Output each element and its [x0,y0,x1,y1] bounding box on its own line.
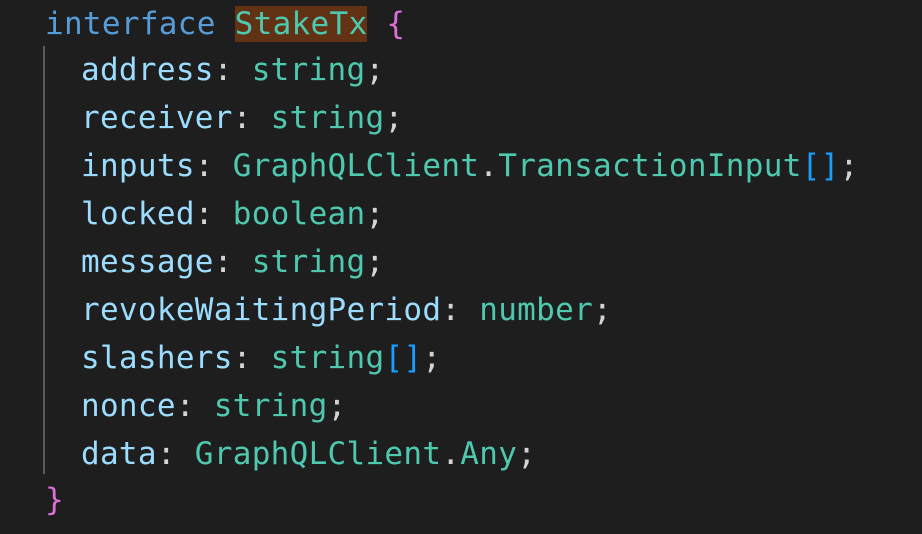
field-type: boolean [232,196,366,232]
code-line-field: address: string; [81,46,384,94]
field-name: data [81,436,157,472]
dot: . [479,148,499,184]
code-line-field: data: GraphQLClient.Any; [81,430,536,478]
semicolon: ; [422,340,442,376]
code-line-field: revokeWaitingPeriod: number; [81,286,612,334]
array-brackets: [] [384,340,423,376]
colon: : [175,388,195,424]
keyword-interface: interface [45,6,216,42]
colon: : [194,148,214,184]
code-line-field: locked: boolean; [81,190,384,238]
namespace-name: GraphQLClient [232,148,480,184]
open-brace: { [386,6,406,42]
field-type: Any [460,436,518,472]
indent-guide [43,46,45,474]
code-editor[interactable]: interface StakeTx { address: string; rec… [0,0,922,534]
colon: : [232,340,252,376]
field-type: string [270,100,385,136]
semicolon: ; [517,436,537,472]
interface-name: StakeTx [234,6,368,42]
field-name: locked [81,196,195,232]
field-name: revokeWaitingPeriod [81,292,442,328]
code-line-field: message: string; [81,238,384,286]
colon: : [441,292,461,328]
field-name: inputs [81,148,195,184]
field-type: TransactionInput [498,148,802,184]
code-line-field: nonce: string; [81,382,347,430]
field-name: address [81,52,214,88]
field-type: string [251,244,366,280]
field-type: number [479,292,594,328]
close-brace: } [45,482,64,518]
field-name: message [81,244,214,280]
array-brackets: [] [801,148,840,184]
field-name: nonce [81,388,176,424]
semicolon: ; [839,148,859,184]
colon: : [213,52,233,88]
colon: : [156,436,176,472]
code-line-field: receiver: string; [81,94,403,142]
code-line-field: slashers: string[]; [81,334,441,382]
dot: . [441,436,461,472]
colon: : [213,244,233,280]
semicolon: ; [365,196,385,232]
field-type: string [213,388,328,424]
field-type: string [270,340,385,376]
semicolon: ; [593,292,613,328]
colon: : [194,196,214,232]
code-line-close: } [45,476,64,524]
code-line-field: inputs: GraphQLClient.TransactionInput[]… [81,142,859,190]
semicolon: ; [327,388,347,424]
colon: : [232,100,252,136]
code-line-interface-declaration: interface StakeTx { [45,0,405,48]
semicolon: ; [365,52,385,88]
field-name: slashers [81,340,233,376]
field-type: string [251,52,366,88]
semicolon: ; [384,100,404,136]
semicolon: ; [365,244,385,280]
namespace-name: GraphQLClient [194,436,442,472]
field-name: receiver [81,100,233,136]
